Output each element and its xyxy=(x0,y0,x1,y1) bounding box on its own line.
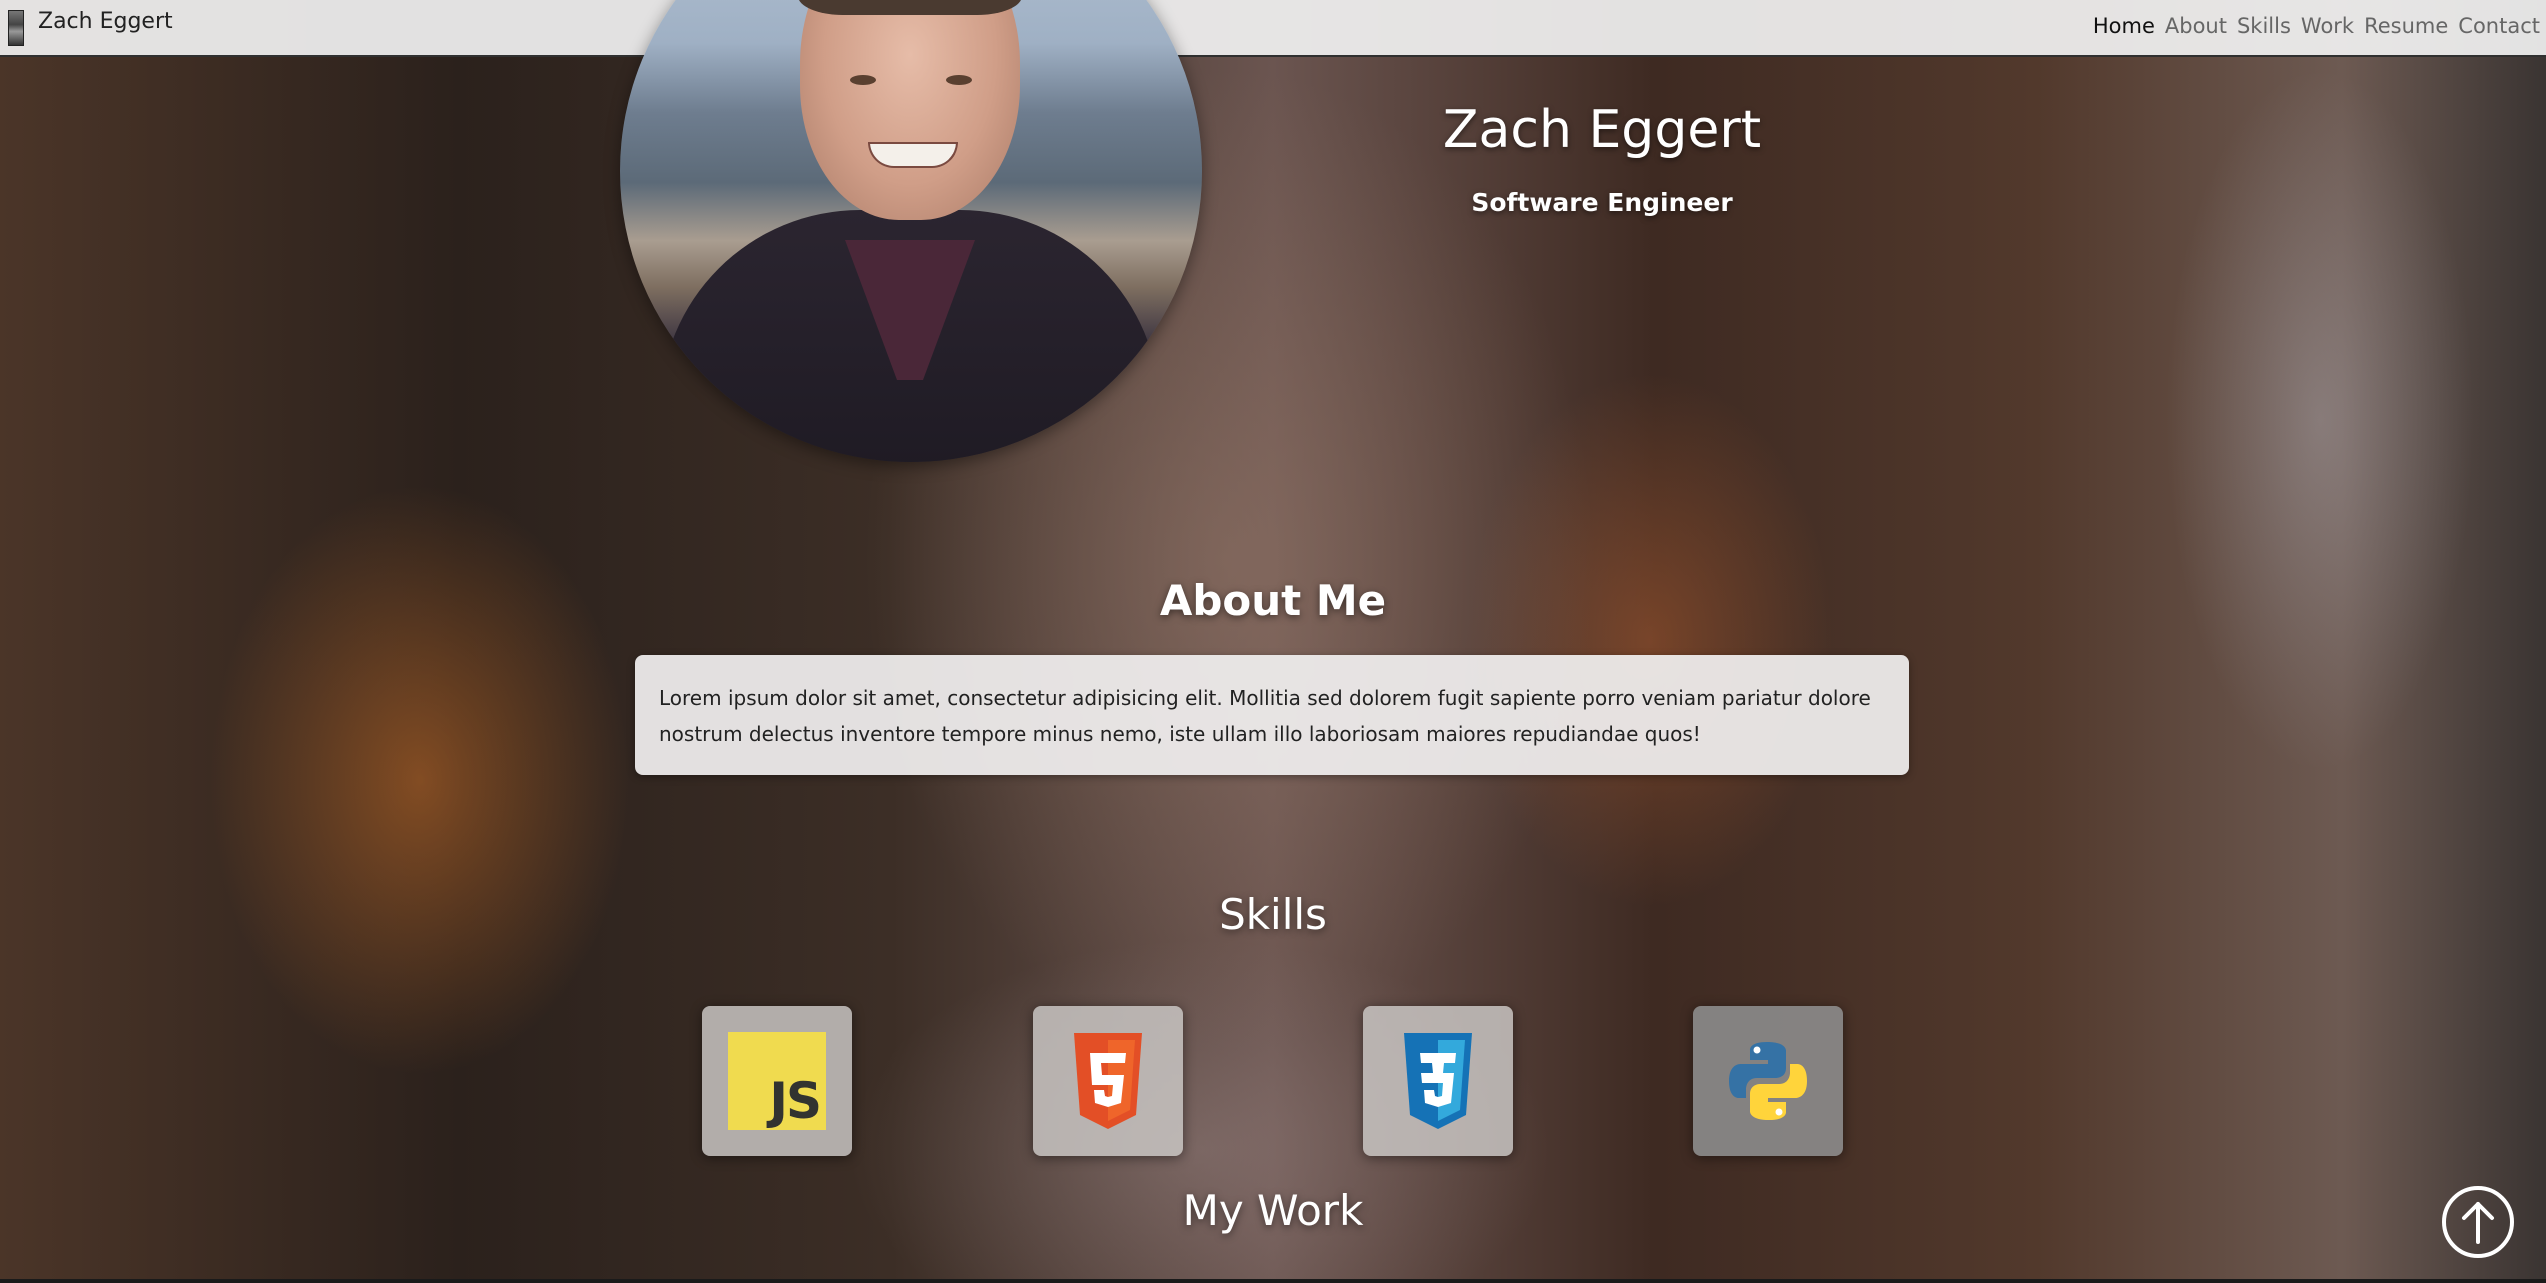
header-name: Zach Eggert xyxy=(1442,100,1762,160)
skill-tile-css3 xyxy=(1363,1006,1513,1156)
skill-tile-html5 xyxy=(1033,1006,1183,1156)
skill-tile-javascript: JS xyxy=(702,1006,852,1156)
nav-link-work[interactable]: Work xyxy=(2301,14,2354,38)
brand-logo-icon xyxy=(8,10,24,46)
arrow-up-icon xyxy=(2462,1202,2494,1244)
nav-link-skills[interactable]: Skills xyxy=(2237,14,2291,38)
photo-smile xyxy=(868,142,958,168)
photo-eye-right xyxy=(946,75,972,85)
python-icon xyxy=(1729,1042,1807,1120)
nav-links: Home About Skills Work Resume Contact xyxy=(2093,14,2540,38)
about-text: Lorem ipsum dolor sit amet, consectetur … xyxy=(659,686,1871,746)
nav-link-resume[interactable]: Resume xyxy=(2364,14,2448,38)
photo-hair xyxy=(798,0,1022,15)
work-title: My Work xyxy=(1182,1186,1364,1235)
nav-link-contact[interactable]: Contact xyxy=(2458,14,2540,38)
navbar: Zach Eggert Home About Skills Work Resum… xyxy=(0,0,2546,57)
about-title: About Me xyxy=(1159,576,1387,625)
nav-link-about[interactable]: About xyxy=(2165,14,2227,38)
header-subtitle: Software Engineer xyxy=(1471,188,1733,217)
css3-icon xyxy=(1404,1033,1472,1129)
nav-link-home[interactable]: Home xyxy=(2093,14,2155,38)
javascript-icon: JS xyxy=(728,1032,826,1130)
skill-tile-python xyxy=(1693,1006,1843,1156)
brand[interactable]: Zach Eggert xyxy=(8,8,173,46)
photo-eye-left xyxy=(850,75,876,85)
bottom-edge xyxy=(0,1279,2546,1283)
html5-icon xyxy=(1074,1033,1142,1129)
javascript-logo-text: JS xyxy=(769,1072,822,1130)
scroll-to-top-button[interactable] xyxy=(2442,1186,2514,1258)
brand-name: Zach Eggert xyxy=(38,8,173,34)
photo-face xyxy=(800,0,1020,220)
about-card: Lorem ipsum dolor sit amet, consectetur … xyxy=(635,655,1909,775)
skills-title: Skills xyxy=(1219,890,1327,939)
profile-photo xyxy=(620,0,1202,462)
